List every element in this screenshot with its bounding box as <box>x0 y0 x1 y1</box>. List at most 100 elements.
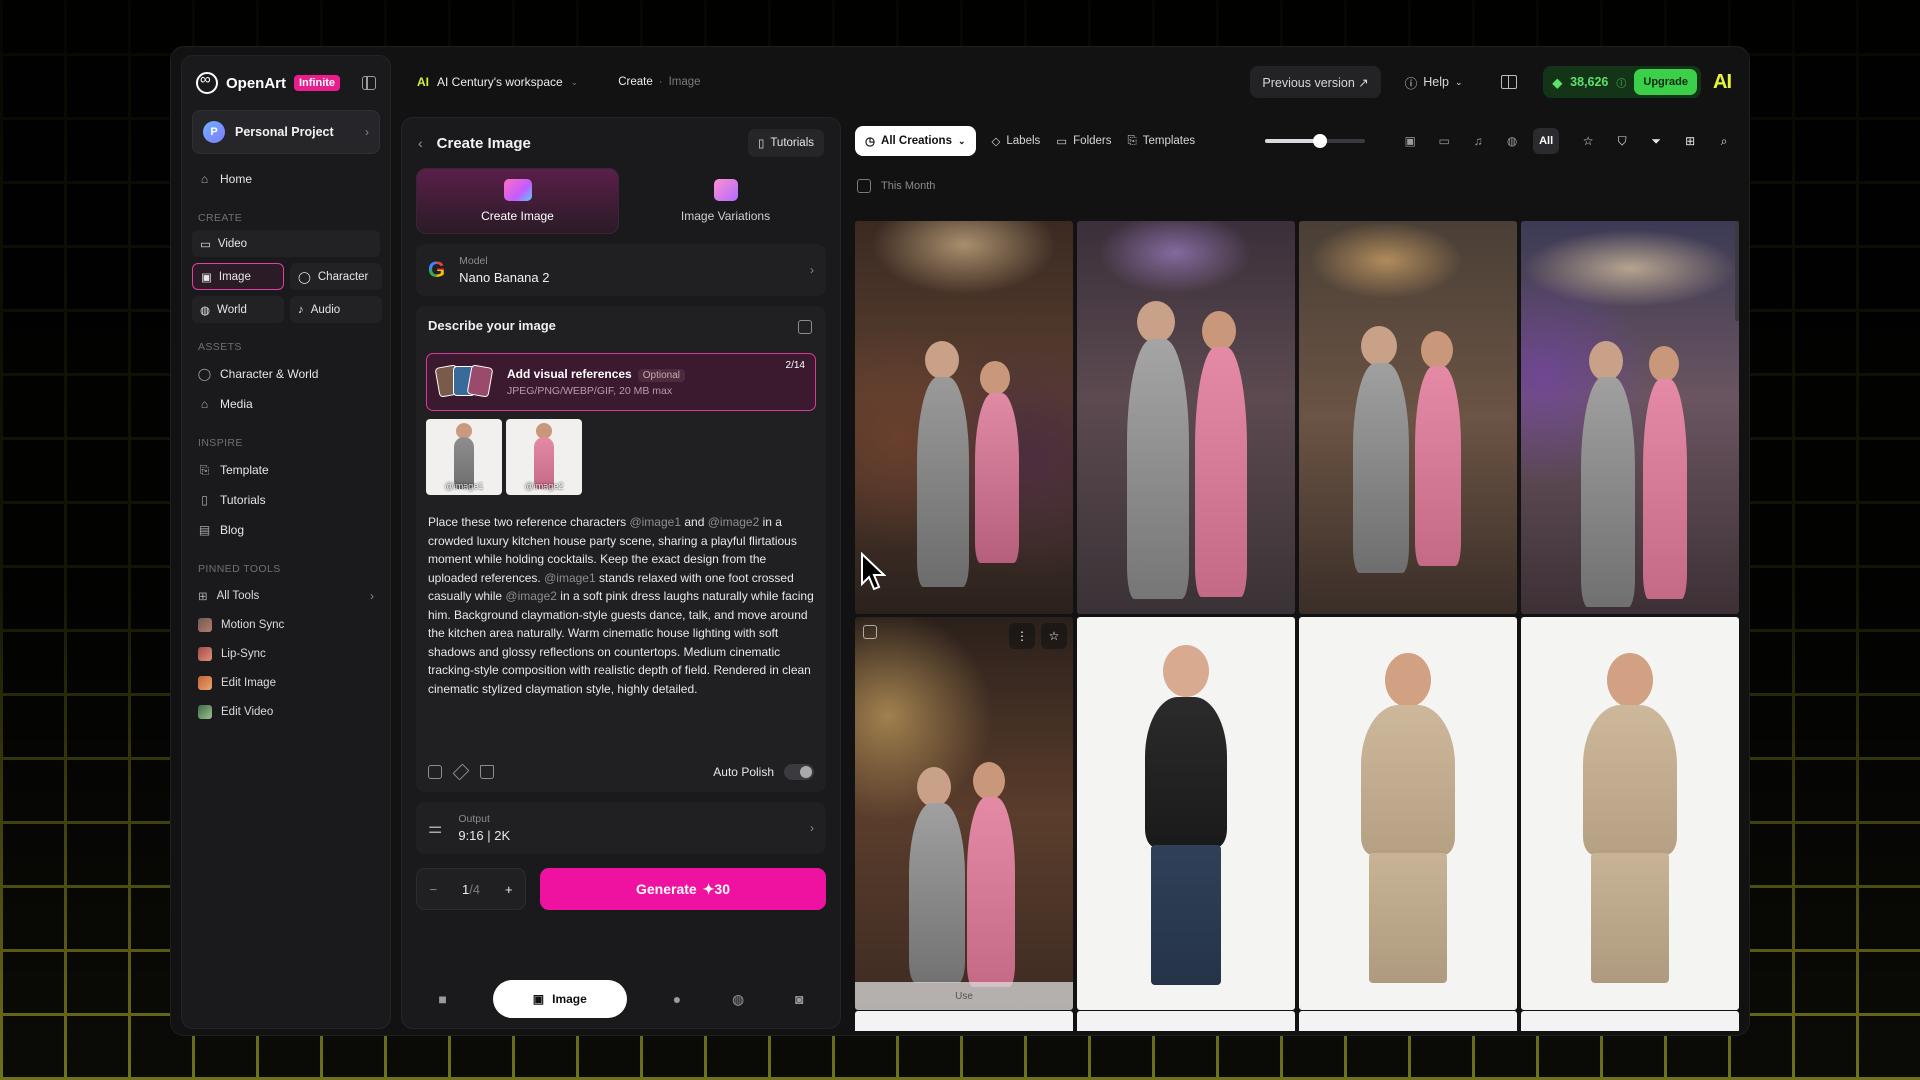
sidebar-item-media[interactable]: ⌂ Media <box>182 389 390 419</box>
auto-polish-toggle[interactable] <box>784 764 814 780</box>
sidebar-item-label: World <box>217 303 247 316</box>
templates-button[interactable]: ⎘ Templates <box>1128 135 1196 148</box>
slider-knob[interactable] <box>1313 134 1328 148</box>
sidebar-item-template[interactable]: ⎘ Template <box>182 455 390 485</box>
generate-button[interactable]: Generate ✦30 <box>540 868 826 910</box>
creation-thumbnail[interactable] <box>1077 617 1295 1010</box>
favorite-star-icon[interactable]: ☆ <box>1041 623 1067 649</box>
creation-thumbnail[interactable] <box>1521 1011 1739 1031</box>
help-button[interactable]: ⓘ Help ⌄ <box>1393 66 1475 98</box>
character-world-icon: ◯ <box>197 367 212 381</box>
sidebar-item-lip-sync[interactable]: Lip-Sync <box>182 639 390 668</box>
model-label: Model <box>459 255 488 267</box>
creation-thumbnail[interactable]: ⋮ ☆ Use <box>855 617 1073 1010</box>
figure-body <box>1361 705 1455 855</box>
tab-create-image[interactable]: Create Image <box>416 168 619 234</box>
creation-thumbnail[interactable] <box>1077 1011 1295 1031</box>
all-creations-dropdown[interactable]: ◷ All Creations ⌄ <box>855 126 976 156</box>
folders-label: Folders <box>1073 135 1112 147</box>
reference-image-1[interactable]: @image1 <box>426 419 502 495</box>
sidebar-item-all-tools[interactable]: ⊞ All Tools › <box>182 581 390 610</box>
thumbnail-size-slider[interactable] <box>1265 134 1366 148</box>
help-label: Help <box>1423 75 1449 89</box>
world-tab-icon[interactable]: ◍ <box>727 990 749 1008</box>
upgrade-button[interactable]: Upgrade <box>1634 69 1697 95</box>
folders-button[interactable]: ▭ Folders <box>1056 134 1111 148</box>
trash-icon[interactable] <box>480 765 494 779</box>
tab-image-variations[interactable]: Image Variations <box>625 168 826 234</box>
grid-view-icon[interactable]: ⊞ <box>1677 128 1703 154</box>
shield-icon[interactable]: ⛉ <box>1609 128 1635 154</box>
filter-video-icon[interactable]: ▭ <box>1431 128 1457 154</box>
more-options-icon[interactable]: ⋮ <box>1009 623 1035 649</box>
output-label: Output <box>458 813 490 825</box>
credits-display[interactable]: ◆ 38,626 ⓘ Upgrade <box>1542 66 1701 98</box>
sidebar-item-character[interactable]: ◯ Character <box>290 263 382 290</box>
search-icon[interactable]: ⌕ <box>1711 128 1737 154</box>
model-selector[interactable]: G Model Nano Banana 2 › <box>416 244 826 296</box>
output-selector[interactable]: ⚌ Output 9:16 | 2K › <box>416 802 826 854</box>
labels-button[interactable]: ◇ Labels <box>992 134 1041 148</box>
breadcrumb-create[interactable]: Create <box>618 76 653 88</box>
sidebar-item-audio[interactable]: ♪ Audio <box>290 296 382 323</box>
creation-thumbnail[interactable] <box>1299 1011 1517 1031</box>
prompt-ref: @image1 <box>629 515 681 529</box>
gift-icon[interactable] <box>1500 75 1517 89</box>
quantity-total: /4 <box>469 881 481 897</box>
select-month-checkbox[interactable] <box>857 179 871 193</box>
filter-audio-icon[interactable]: ♫ <box>1465 128 1491 154</box>
figure-body <box>1643 379 1687 599</box>
creation-thumbnail[interactable] <box>1299 221 1517 614</box>
tutorials-button[interactable]: ▯ Tutorials <box>747 129 824 157</box>
image-tab[interactable]: ▣ Image <box>492 980 627 1018</box>
sidebar-item-world[interactable]: ◍ World <box>192 296 284 323</box>
sidebar-item-edit-image[interactable]: Edit Image <box>182 668 390 697</box>
previous-version-button[interactable]: Previous version ↗ <box>1250 66 1381 98</box>
prompt-text[interactable]: Place these two reference characters @im… <box>426 513 816 698</box>
project-switcher[interactable]: P Personal Project › <box>192 110 380 154</box>
breadcrumb: Create · Image <box>618 76 700 88</box>
workspace-switcher[interactable]: AI AI Century's workspace ⌄ <box>417 75 578 89</box>
section-assets: ASSETS <box>198 341 242 353</box>
gallery-scrollbar[interactable] <box>1735 221 1739 321</box>
creation-thumbnail[interactable] <box>855 1011 1073 1031</box>
sidebar-item-edit-video[interactable]: Edit Video <box>182 697 390 726</box>
creation-thumbnail[interactable] <box>1521 221 1739 614</box>
sidebar-item-image[interactable]: ▣ Image <box>192 263 284 290</box>
sidebar-item-character-world[interactable]: ◯ Character & World <box>182 359 390 389</box>
creation-thumbnail[interactable] <box>1521 617 1739 1010</box>
brand: OpenArt Infinite <box>182 56 390 104</box>
template-icon: ⎘ <box>199 462 210 477</box>
video-tab-icon[interactable]: ■ <box>432 990 454 1008</box>
add-visual-references[interactable]: Add visual references Optional JPEG/PNG/W… <box>426 353 816 411</box>
character-tab-icon[interactable]: ● <box>666 990 688 1008</box>
reference-image-2[interactable]: @image2 <box>506 419 582 495</box>
use-button[interactable]: Use <box>855 982 1073 1010</box>
audio-tab-icon[interactable]: ◙ <box>788 990 810 1008</box>
sidebar-item-video[interactable]: ▭ Video <box>192 230 380 257</box>
panel-title: Create Image <box>436 134 531 152</box>
back-arrow-icon[interactable]: ‹ <box>418 135 423 151</box>
minus-button[interactable]: − <box>429 882 437 897</box>
sidebar-item-motion-sync[interactable]: Motion Sync <box>182 610 390 639</box>
creation-thumbnail[interactable] <box>1299 617 1517 1010</box>
sidebar-item-blog[interactable]: ▤ Blog <box>182 515 390 545</box>
sidebar-item-tutorials[interactable]: ▯ Tutorials <box>182 485 390 515</box>
chevron-right-icon: › <box>370 588 374 603</box>
select-checkbox[interactable] <box>863 625 877 639</box>
expand-icon[interactable] <box>798 320 812 334</box>
creation-thumbnail[interactable] <box>1077 221 1295 614</box>
filter-world-icon[interactable]: ◍ <box>1499 128 1525 154</box>
filter-image-icon[interactable]: ▣ <box>1397 128 1423 154</box>
collapse-sidebar-icon[interactable] <box>362 76 376 90</box>
plus-button[interactable]: + <box>505 882 513 897</box>
brand-name: OpenArt <box>226 74 286 92</box>
enhance-icon[interactable] <box>428 765 442 779</box>
sidebar-item-home[interactable]: ⌂ Home <box>182 164 390 194</box>
creation-thumbnail[interactable] <box>855 221 1073 614</box>
filter-funnel-icon[interactable]: ⏷ <box>1643 128 1669 154</box>
magic-wand-icon[interactable] <box>452 763 470 781</box>
tag-icon: ◇ <box>991 136 1001 148</box>
favorites-star-icon[interactable]: ☆ <box>1575 128 1601 154</box>
filter-all-button[interactable]: All <box>1533 128 1560 154</box>
